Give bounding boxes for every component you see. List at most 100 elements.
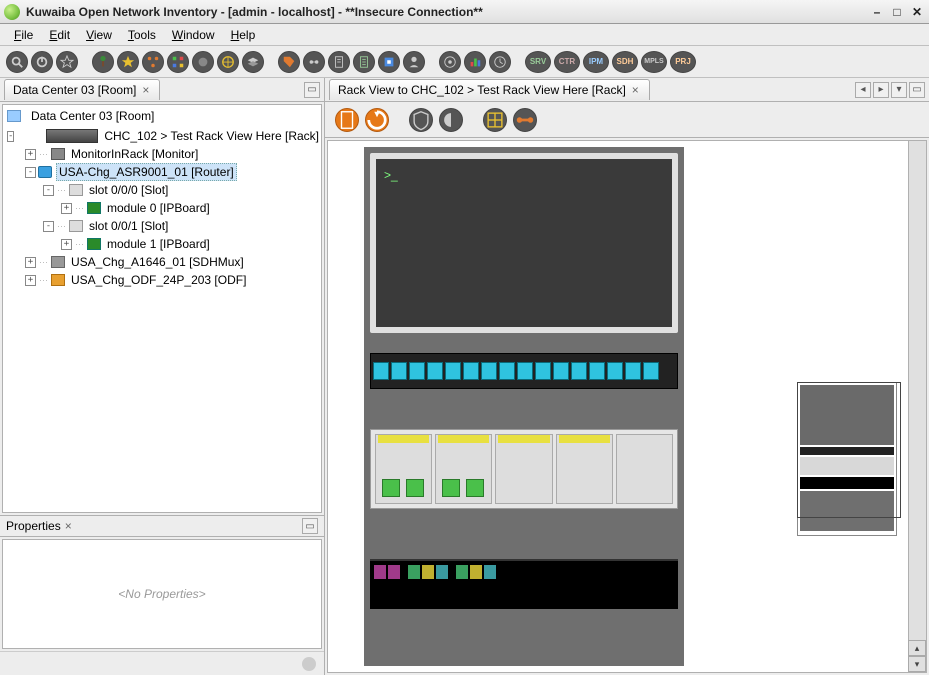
tree-node-slot0[interactable]: - ⋯ slot 0/0/0 [Slot] <box>3 181 321 199</box>
port-icon[interactable] <box>409 362 425 380</box>
rv-shield-icon[interactable] <box>409 108 433 132</box>
tree-node-odf[interactable]: + ⋯ USA_Chg_ODF_24P_203 [ODF] <box>3 271 321 289</box>
properties-close-icon[interactable]: × <box>65 519 72 533</box>
navigator-tree[interactable]: Data Center 03 [Room] - CHC_102 > Test R… <box>2 104 322 513</box>
router-card[interactable] <box>435 434 492 504</box>
expand-icon[interactable]: + <box>25 149 36 160</box>
port-icon[interactable] <box>499 362 515 380</box>
square-icon[interactable] <box>378 51 400 73</box>
favorites-icon[interactable] <box>117 51 139 73</box>
port-icon[interactable] <box>463 362 479 380</box>
router-card[interactable] <box>495 434 552 504</box>
expand-icon[interactable]: + <box>61 239 72 250</box>
port-icon[interactable] <box>589 362 605 380</box>
port-icon[interactable] <box>553 362 569 380</box>
port-icon[interactable] <box>373 362 389 380</box>
port-icon[interactable] <box>535 362 551 380</box>
scroll-up-button[interactable]: ▴ <box>908 640 926 656</box>
port-icon[interactable] <box>571 362 587 380</box>
scroll-down-button[interactable]: ▾ <box>908 656 926 672</box>
tree-node-slot1[interactable]: - ⋯ slot 0/0/1 [Slot] <box>3 217 321 235</box>
rack-monitor-unit[interactable]: >_ <box>370 153 678 333</box>
port-icon[interactable] <box>427 362 443 380</box>
tab-maximize-button[interactable]: ▭ <box>909 82 925 98</box>
power-icon[interactable] <box>31 51 53 73</box>
expand-icon[interactable]: + <box>25 275 36 286</box>
doc-icon[interactable] <box>328 51 350 73</box>
rackview-tab[interactable]: Rack View to CHC_102 > Test Rack View He… <box>329 79 650 100</box>
maximize-button[interactable]: □ <box>889 4 905 20</box>
tree-node-sdhmux[interactable]: + ⋯ USA_Chg_A1646_01 [SDHMux] <box>3 253 321 271</box>
port-icon[interactable] <box>517 362 533 380</box>
tree-node-module0[interactable]: + ⋯ module 0 [IPBoard] <box>3 199 321 217</box>
router-card[interactable] <box>556 434 613 504</box>
rv-refresh-icon[interactable] <box>335 108 359 132</box>
tree-root[interactable]: Data Center 03 [Room] <box>3 105 321 127</box>
target-icon[interactable] <box>439 51 461 73</box>
rv-export-icon[interactable] <box>365 108 389 132</box>
rack-sdh-unit[interactable] <box>370 559 678 609</box>
menu-window[interactable]: Window <box>164 26 223 44</box>
ipm-button[interactable]: IPM <box>583 51 609 73</box>
router-card[interactable] <box>616 434 673 504</box>
collapse-icon[interactable]: - <box>7 131 14 142</box>
overview-viewport[interactable] <box>797 382 901 518</box>
close-window-button[interactable]: ✕ <box>909 4 925 20</box>
menu-help[interactable]: Help <box>223 26 264 44</box>
star-icon[interactable] <box>56 51 78 73</box>
port-icon[interactable] <box>625 362 641 380</box>
close-tab-icon[interactable]: × <box>140 83 151 97</box>
panel-minimize-button[interactable]: ▭ <box>304 82 320 98</box>
mpls-button[interactable]: MPLS <box>641 51 667 73</box>
rv-grid-icon[interactable] <box>483 108 507 132</box>
tree-icon[interactable] <box>92 51 114 73</box>
close-tab-icon[interactable]: × <box>630 83 641 97</box>
sdh-button[interactable]: SDH <box>612 51 638 73</box>
rv-connection-icon[interactable] <box>513 108 537 132</box>
search-icon[interactable] <box>6 51 28 73</box>
port-icon[interactable] <box>445 362 461 380</box>
scrollbar-track[interactable] <box>908 141 926 640</box>
list-icon[interactable] <box>353 51 375 73</box>
properties-minimize-button[interactable]: ▭ <box>302 518 318 534</box>
tree-node-monitor[interactable]: + ⋯ MonitorInRack [Monitor] <box>3 145 321 163</box>
ctr-button[interactable]: CTR <box>554 51 580 73</box>
globe-icon[interactable] <box>217 51 239 73</box>
port-icon[interactable] <box>607 362 623 380</box>
rack-patch-panel[interactable] <box>370 353 678 389</box>
tree-node-rack[interactable]: - CHC_102 > Test Rack View Here [Rack] <box>3 127 321 145</box>
rackview-overview[interactable] <box>797 382 901 582</box>
srv-button[interactable]: SRV <box>525 51 551 73</box>
menu-view[interactable]: View <box>78 26 120 44</box>
tab-next-button[interactable]: ▸ <box>873 82 889 98</box>
tag-icon[interactable] <box>278 51 300 73</box>
port-icon[interactable] <box>643 362 659 380</box>
tab-dropdown-button[interactable]: ▾ <box>891 82 907 98</box>
expand-icon[interactable]: + <box>25 257 36 268</box>
layers-icon[interactable] <box>242 51 264 73</box>
minimize-button[interactable]: – <box>869 4 885 20</box>
menu-edit[interactable]: Edit <box>41 26 78 44</box>
grid-icon[interactable] <box>167 51 189 73</box>
tab-prev-button[interactable]: ◂ <box>855 82 871 98</box>
rackview-scrollbar[interactable]: ▴ ▾ <box>908 141 926 672</box>
menu-tools[interactable]: Tools <box>120 26 164 44</box>
collapse-icon[interactable]: - <box>25 167 36 178</box>
rack-router-unit[interactable] <box>370 429 678 509</box>
rack-graphic[interactable]: >_ <box>364 147 684 666</box>
circle1-icon[interactable] <box>192 51 214 73</box>
prj-button[interactable]: PRJ <box>670 51 696 73</box>
router-card[interactable] <box>375 434 432 504</box>
expand-icon[interactable]: + <box>61 203 72 214</box>
port-icon[interactable] <box>481 362 497 380</box>
tree-node-module1[interactable]: + ⋯ module 1 [IPBoard] <box>3 235 321 253</box>
rv-halfcircle-icon[interactable] <box>439 108 463 132</box>
user-icon[interactable] <box>403 51 425 73</box>
tree-node-router[interactable]: - USA-Chg_ASR9001_01 [Router] <box>3 163 321 181</box>
chart-icon[interactable] <box>464 51 486 73</box>
navigator-tab[interactable]: Data Center 03 [Room] × <box>4 79 160 100</box>
collapse-icon[interactable]: - <box>43 185 54 196</box>
nodes-icon[interactable] <box>142 51 164 73</box>
port-icon[interactable] <box>391 362 407 380</box>
menu-file[interactable]: File <box>6 26 41 44</box>
